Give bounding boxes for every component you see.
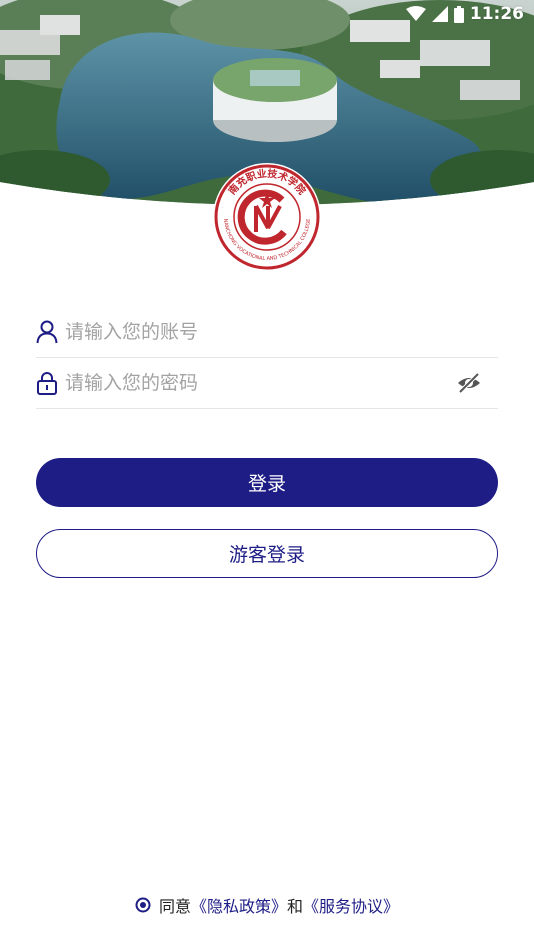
status-time: 11:26 <box>469 4 524 24</box>
radio-checked-icon[interactable] <box>135 897 151 913</box>
agreement-and: 和 <box>287 897 304 916</box>
service-agreement-link[interactable]: 《服务协议》 <box>303 893 399 917</box>
wifi-icon <box>405 6 426 22</box>
status-bar: 11:26 <box>405 3 524 25</box>
eye-hidden-icon[interactable] <box>456 372 482 394</box>
login-button[interactable]: 登录 <box>36 458 498 507</box>
password-field <box>36 358 498 409</box>
lock-icon <box>37 372 57 395</box>
account-field <box>36 307 498 358</box>
cellular-signal-icon <box>431 6 448 22</box>
guest-login-button[interactable]: 游客登录 <box>36 529 498 578</box>
agreement-row: 同意 《隐私政策》 和 《服务协议》 <box>0 893 534 917</box>
battery-icon <box>453 5 464 23</box>
privacy-policy-link[interactable]: 《隐私政策》 <box>191 893 287 917</box>
login-screen: 11:26 南充职业技术学院 NANCHONG VOCATIONAL AND T… <box>0 0 534 950</box>
agreement-prefix: 同意 <box>158 897 191 916</box>
password-input[interactable] <box>65 363 456 403</box>
college-emblem-logo: 南充职业技术学院 NANCHONG VOCATIONAL AND TECHNIC… <box>213 163 321 271</box>
user-icon <box>36 320 58 344</box>
account-input[interactable] <box>65 312 498 352</box>
